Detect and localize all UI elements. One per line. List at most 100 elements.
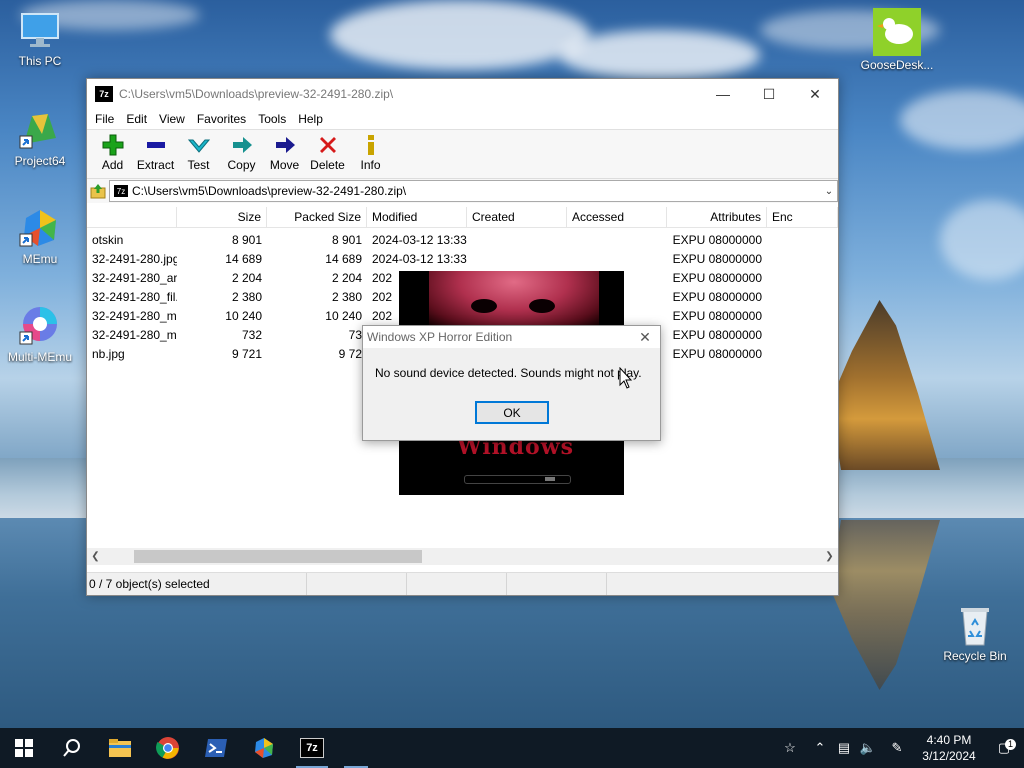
menu-help[interactable]: Help xyxy=(292,112,329,126)
network-icon[interactable]: ▤ xyxy=(832,740,856,756)
table-row[interactable]: 32-2491-280.jpg 14 689 14 689 2024-03-12… xyxy=(87,250,838,269)
menu-tools[interactable]: Tools xyxy=(252,112,292,126)
column-size[interactable]: Size xyxy=(177,207,267,227)
start-button[interactable] xyxy=(0,728,48,768)
scroll-track[interactable] xyxy=(104,550,821,563)
pen-icon[interactable]: ✎ xyxy=(880,740,914,756)
column-modified[interactable]: Modified xyxy=(367,207,467,227)
clock[interactable]: 4:40 PM 3/12/2024 xyxy=(914,732,984,764)
window-title: C:\Users\vm5\Downloads\preview-32-2491-2… xyxy=(119,87,394,101)
maximize-button[interactable]: ☐ xyxy=(746,79,792,109)
taskbar-chrome[interactable] xyxy=(144,728,192,768)
status-cell xyxy=(507,573,607,595)
info-button[interactable]: Info xyxy=(349,130,392,172)
check-icon xyxy=(187,134,211,156)
ok-button[interactable]: OK xyxy=(475,401,549,424)
7zip-app-icon: 7z xyxy=(95,86,113,102)
column-encrypted[interactable]: Enc xyxy=(767,207,838,227)
recycle-bin-icon xyxy=(953,603,997,647)
info-label: Info xyxy=(360,158,381,172)
rock-reflection xyxy=(830,520,940,690)
scroll-left-icon[interactable]: ❮ xyxy=(87,551,104,562)
people-icon[interactable]: ☆ xyxy=(772,740,808,756)
chevron-up-icon[interactable]: ⌃ xyxy=(808,740,832,756)
address-bar: 7z C:\Users\vm5\Downloads\preview-32-249… xyxy=(87,178,838,203)
menu-view[interactable]: View xyxy=(153,112,191,126)
memu-icon xyxy=(18,206,62,250)
add-label: Add xyxy=(101,158,124,172)
extract-button[interactable]: Extract xyxy=(134,130,177,172)
column-accessed[interactable]: Accessed xyxy=(567,207,667,227)
desktop-icon-goosedesktop[interactable]: GooseDesk... xyxy=(857,8,937,72)
menu-file[interactable]: File xyxy=(89,112,120,126)
up-folder-icon[interactable] xyxy=(87,181,109,201)
path-input[interactable]: 7z C:\Users\vm5\Downloads\preview-32-249… xyxy=(109,180,838,202)
copy-arrow-icon xyxy=(230,134,254,156)
plus-icon xyxy=(101,134,125,156)
file-accessed xyxy=(567,231,667,250)
system-tray: ☆ ⌃ ▤ 🔈 ✎ 4:40 PM 3/12/2024 ▢ 1 xyxy=(772,728,1024,768)
copy-button[interactable]: Copy xyxy=(220,130,263,172)
taskbar-memu[interactable] xyxy=(240,728,288,768)
selection-status: 0 / 7 object(s) selected xyxy=(87,573,307,595)
volume-muted-icon[interactable]: 🔈 xyxy=(856,740,880,756)
column-name[interactable] xyxy=(87,207,177,227)
chevron-down-icon[interactable]: ⌄ xyxy=(821,186,837,197)
close-button[interactable]: ✕ xyxy=(792,79,838,109)
notification-count: 1 xyxy=(1005,739,1016,750)
file-created xyxy=(467,231,567,250)
minimize-button[interactable]: — xyxy=(700,79,746,109)
add-button[interactable]: Add xyxy=(91,130,134,172)
move-button[interactable]: Move xyxy=(263,130,306,172)
table-row[interactable]: otskin 8 901 8 901 2024-03-12 13:33 EXPU… xyxy=(87,231,838,250)
column-packed-size[interactable]: Packed Size xyxy=(267,207,367,227)
column-created[interactable]: Created xyxy=(467,207,567,227)
move-arrow-icon xyxy=(273,134,297,156)
delete-button[interactable]: Delete xyxy=(306,130,349,172)
file-attributes: EXPU 08000000 xyxy=(672,290,762,304)
title-bar[interactable]: 7z C:\Users\vm5\Downloads\preview-32-249… xyxy=(87,79,838,109)
taskbar-powershell[interactable] xyxy=(192,728,240,768)
taskbar-running-app[interactable] xyxy=(336,728,376,768)
scroll-thumb[interactable] xyxy=(134,550,422,563)
delete-label: Delete xyxy=(310,158,345,172)
menu-edit[interactable]: Edit xyxy=(120,112,153,126)
7zip-icon: 7z xyxy=(300,738,324,758)
desktop-icon-label: Project64 xyxy=(14,154,66,168)
status-bar: 0 / 7 object(s) selected xyxy=(87,572,838,595)
file-name: 32-2491-280_m... xyxy=(92,328,177,342)
file-name: 32-2491-280_fil... xyxy=(92,290,177,304)
clock-date: 3/12/2024 xyxy=(922,749,976,763)
column-attributes[interactable]: Attributes xyxy=(667,207,767,227)
close-icon[interactable]: ✕ xyxy=(630,329,660,346)
mouse-cursor-icon xyxy=(619,367,633,389)
message-dialog: Windows XP Horror Edition ✕ No sound dev… xyxy=(362,325,661,441)
desktop-icon-project64[interactable]: Project64 xyxy=(0,108,80,168)
file-packed-size: 73 xyxy=(348,328,362,342)
notification-icon[interactable]: ▢ 1 xyxy=(984,739,1024,756)
desktop-icon-multi-memu[interactable]: Multi-MEmu xyxy=(0,304,80,364)
horizontal-scrollbar[interactable]: ❮ ❯ xyxy=(87,548,838,565)
desktop-icon-memu[interactable]: MEmu xyxy=(0,206,80,266)
file-name: nb.jpg xyxy=(92,347,125,361)
desktop-icon-this-pc[interactable]: This PC xyxy=(0,8,80,68)
column-headers: Size Packed Size Modified Created Access… xyxy=(87,207,838,228)
file-packed-size: 8 901 xyxy=(331,233,362,247)
extract-label: Extract xyxy=(136,158,175,172)
test-button[interactable]: Test xyxy=(177,130,220,172)
taskbar-7zip[interactable]: 7z xyxy=(288,728,336,768)
desktop-icon-recycle-bin[interactable]: Recycle Bin xyxy=(935,603,1015,663)
scroll-right-icon[interactable]: ❯ xyxy=(821,551,838,562)
search-button[interactable] xyxy=(48,728,96,768)
taskbar-file-explorer[interactable] xyxy=(96,728,144,768)
dialog-title: Windows XP Horror Edition xyxy=(367,330,513,344)
desktop-icon-label: MEmu xyxy=(22,252,58,266)
project64-icon xyxy=(18,108,62,152)
file-packed-size: 10 240 xyxy=(325,309,362,323)
desktop-icon-label: This PC xyxy=(18,54,62,68)
file-name: 32-2491-280.jpg xyxy=(92,252,177,266)
dialog-title-bar[interactable]: Windows XP Horror Edition ✕ xyxy=(363,326,660,348)
menu-favorites[interactable]: Favorites xyxy=(191,112,252,126)
file-packed-size: 2 380 xyxy=(331,290,362,304)
chrome-icon xyxy=(156,737,179,759)
